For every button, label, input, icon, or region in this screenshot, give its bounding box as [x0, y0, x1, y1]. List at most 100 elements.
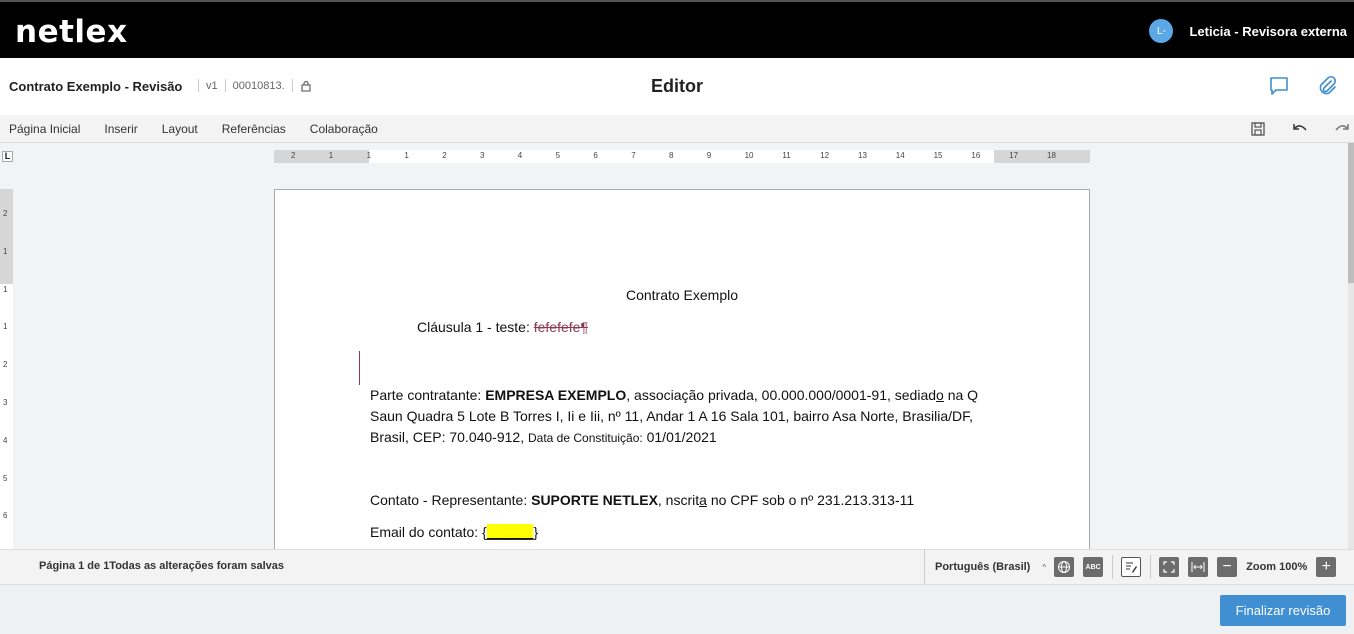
- text-run: Email do contato: {: [370, 524, 487, 540]
- vertical-ruler[interactable]: 2 1 1 1 2 3 4 5 6: [0, 189, 13, 549]
- ruler-tick-label: 17: [1009, 151, 1019, 160]
- paragraph-contratante[interactable]: Parte contratante: EMPRESA EXEMPLO, asso…: [370, 385, 1010, 449]
- paragraph-email[interactable]: Email do contato: {______}: [370, 522, 1010, 543]
- ruler-tick-label: 11: [782, 151, 791, 160]
- vertical-scrollbar[interactable]: [1348, 143, 1354, 549]
- ruler-tick-label: 1: [3, 322, 8, 332]
- ruler-tick-label: 4: [517, 151, 523, 160]
- tab-stop-selector[interactable]: L: [2, 151, 13, 162]
- ruler-tick-label: 1: [366, 151, 372, 160]
- tab-layout[interactable]: Layout: [162, 122, 198, 136]
- netlex-logo[interactable]: netlex: [15, 14, 128, 50]
- document-page[interactable]: Contrato Exemplo Cláusula 1 - teste: fef…: [274, 189, 1090, 549]
- ruler-tick-label: 6: [593, 151, 598, 160]
- clause-text: Cláusula 1 - teste:: [417, 319, 534, 335]
- text-run: , associação privada, 00.000.000/0001-91…: [626, 387, 937, 403]
- user-menu[interactable]: L- Leticia - Revisora externa: [1149, 19, 1347, 43]
- divider: [291, 79, 293, 92]
- language-selector[interactable]: Português (Brasil): [935, 561, 1030, 573]
- spellcheck-icon[interactable]: ABC: [1083, 557, 1104, 577]
- quick-tools: [1250, 121, 1350, 137]
- divider: [1150, 555, 1152, 579]
- scrollbar-thumb[interactable]: [1348, 143, 1354, 283]
- document-title: Contrato Exemplo - Revisão: [9, 79, 183, 94]
- user-name[interactable]: Leticia - Revisora externa: [1189, 24, 1347, 39]
- text-run: no CPF sob o nº 231.213.313-11: [706, 492, 915, 508]
- tab-colaboracao[interactable]: Colaboração: [310, 122, 378, 136]
- editor-title-text: Editor: [651, 76, 703, 96]
- deleted-text: fefefefe¶: [533, 319, 588, 335]
- ruler-tick-label: 6: [3, 511, 8, 521]
- document-code: 00010813.: [232, 79, 285, 92]
- ruler-tick-label: 16: [971, 151, 981, 160]
- ruler-tick-label: 2: [3, 209, 8, 218]
- text-run: Contato - Representante:: [370, 492, 532, 508]
- ruler-tick-label: 14: [895, 151, 905, 160]
- clause-line[interactable]: Cláusula 1 - teste: fefefefe¶: [417, 319, 588, 335]
- ruler-tick-label: 1: [3, 246, 8, 256]
- tab-inserir[interactable]: Inserir: [104, 122, 137, 136]
- track-changes-icon[interactable]: [1121, 557, 1142, 577]
- avatar[interactable]: L-: [1149, 19, 1174, 43]
- lock-icon[interactable]: [300, 80, 312, 92]
- chat-icon[interactable]: [1268, 75, 1290, 97]
- divider: [1112, 555, 1114, 579]
- finish-review-button[interactable]: Finalizar revisão: [1220, 595, 1346, 626]
- save-icon[interactable]: [1250, 121, 1266, 137]
- change-bar: [359, 351, 360, 385]
- ruler-tick-label: 1: [328, 151, 334, 160]
- ruler-tick-label: 9: [706, 151, 712, 160]
- email-field-placeholder[interactable]: ______: [486, 524, 534, 540]
- document-heading[interactable]: Contrato Exemplo: [275, 287, 1089, 303]
- inserted-text: o: [936, 387, 944, 403]
- ruler-tick-label: 1: [3, 284, 8, 294]
- representative-name: SUPORTE NETLEX: [531, 492, 658, 508]
- ribbon-menu: Página Inicial Inserir Layout Referência…: [0, 115, 1354, 143]
- redo-icon[interactable]: [1334, 121, 1350, 137]
- top-bar: netlex L- Leticia - Revisora externa: [0, 0, 1354, 58]
- ruler-tick-label: 10: [744, 151, 754, 160]
- undo-icon[interactable]: [1292, 121, 1308, 137]
- status-bar: Página 1 de 1Todas as alterações foram s…: [0, 549, 1354, 585]
- divider: [198, 79, 199, 92]
- text-run: Data de Constituição:: [527, 431, 643, 445]
- globe-icon[interactable]: [1054, 557, 1075, 577]
- document-header: Contrato Exemplo - Revisão v1 00010813. …: [0, 58, 1354, 115]
- tab-referencias[interactable]: Referências: [222, 122, 286, 136]
- fit-width-icon[interactable]: [1188, 557, 1209, 577]
- ruler-tick-label: 2: [3, 360, 8, 370]
- footer: Finalizar revisão: [0, 585, 1354, 634]
- text-run: }: [533, 524, 539, 540]
- ruler-tick-label: 5: [3, 473, 8, 483]
- ruler-tick-label: 2: [442, 151, 447, 160]
- ruler-tick-label: 12: [820, 151, 830, 160]
- text-run: Parte contratante:: [370, 387, 486, 403]
- paragraph-contato[interactable]: Contato - Representante: SUPORTE NETLEX,…: [370, 490, 1010, 511]
- company-name: EMPRESA EXEMPLO: [485, 387, 627, 403]
- zoom-in-icon[interactable]: +: [1316, 557, 1337, 577]
- ruler-tick-label: 4: [3, 435, 8, 445]
- ruler-tick-label: 15: [933, 151, 943, 160]
- chevron-up-icon[interactable]: ^: [1042, 563, 1046, 572]
- divider: [224, 79, 226, 92]
- fit-page-icon[interactable]: [1159, 557, 1180, 577]
- ruler-tick-label: 13: [858, 151, 867, 160]
- zoom-out-icon[interactable]: −: [1217, 557, 1238, 577]
- document-meta: v1 00010813.: [191, 79, 312, 92]
- text-run: , nscrit: [657, 492, 700, 508]
- ruler-tick-label: 8: [669, 151, 674, 160]
- paperclip-icon[interactable]: [1316, 75, 1338, 97]
- ruler-tick-label: 18: [1047, 151, 1056, 160]
- save-status: Página 1 de 1Todas as alterações foram s…: [39, 560, 284, 572]
- ruler-tick-label: 5: [555, 151, 561, 160]
- menu-tabs: Página Inicial Inserir Layout Referência…: [9, 122, 402, 136]
- inserted-text: a: [699, 492, 707, 508]
- zoom-level: Zoom 100%: [1246, 561, 1308, 573]
- editor-workspace[interactable]: L 2 1 1 1 2 3 4 5 6 7 8 9 10 11 12 13 14 15 16 17 18 2111234…: [0, 143, 1354, 549]
- ruler-tick-label: 3: [3, 398, 8, 407]
- tab-pagina-inicial[interactable]: Página Inicial: [9, 122, 80, 136]
- ruler-tick-label: 2: [291, 151, 296, 160]
- horizontal-ruler[interactable]: 2 1 1 1 2 3 4 5 6 7 8 9 10 11 12 13 14 15 16 17 18: [274, 150, 1090, 163]
- ruler-tick-label: 3: [480, 151, 485, 160]
- status-controls: Português (Brasil) ^ ABC − Zoom 100% +: [924, 550, 1345, 584]
